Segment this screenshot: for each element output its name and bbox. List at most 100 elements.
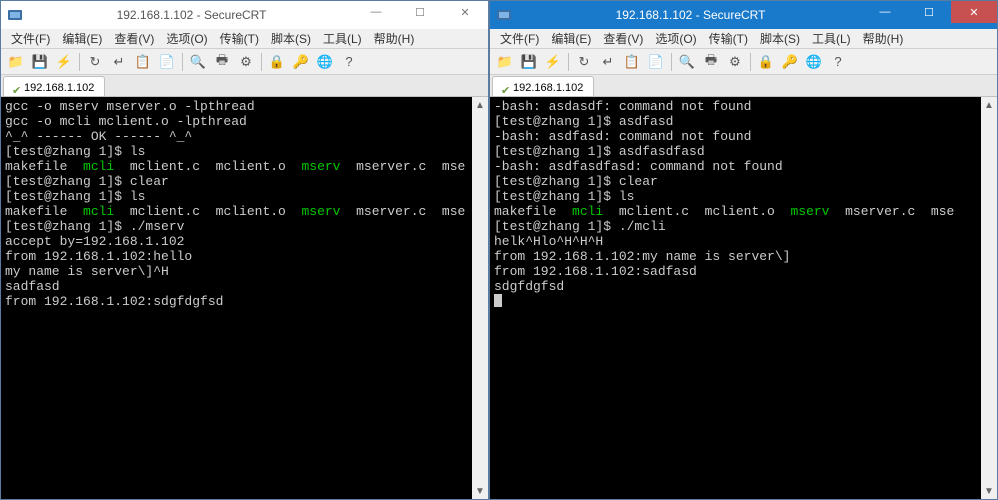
window-title: 192.168.1.102 - SecureCRT xyxy=(518,8,863,22)
lightning-icon[interactable]: ⚡ xyxy=(53,51,75,73)
menu-script[interactable]: 脚本(S) xyxy=(754,28,806,49)
scroll-up-icon[interactable]: ▲ xyxy=(472,97,488,113)
minimize-button[interactable]: — xyxy=(863,1,907,23)
paste-icon[interactable]: 📄 xyxy=(645,51,667,73)
terminal-output[interactable]: -bash: asdasdf: command not found [test@z… xyxy=(490,97,997,499)
menubar: 文件(F) 编辑(E) 查看(V) 选项(O) 传输(T) 脚本(S) 工具(L… xyxy=(1,29,488,49)
enter-icon[interactable]: ↵ xyxy=(108,51,130,73)
paste-icon[interactable]: 📄 xyxy=(156,51,178,73)
vertical-scrollbar[interactable]: ▲ ▼ xyxy=(472,97,488,499)
terminal-output[interactable]: gcc -o mserv mserver.o -lpthreadgcc -o m… xyxy=(1,97,488,499)
menu-tools[interactable]: 工具(L) xyxy=(317,28,368,49)
maximize-button[interactable]: ☐ xyxy=(398,1,442,23)
securecrt-window-left: 192.168.1.102 - SecureCRT — ☐ ✕ 文件(F) 编辑… xyxy=(0,0,489,500)
status-icon: ✔ xyxy=(501,84,509,92)
terminal-line: accept by=192.168.1.102 xyxy=(5,234,484,249)
close-button[interactable]: ✕ xyxy=(442,1,488,23)
lightning-icon[interactable]: ⚡ xyxy=(542,51,564,73)
terminal-line: [test@zhang 1]$ asdfasdfasd xyxy=(494,144,993,159)
refresh-icon[interactable]: ↻ xyxy=(84,51,106,73)
search-icon[interactable]: 🔍 xyxy=(676,51,698,73)
terminal-cursor xyxy=(494,294,502,307)
copy-icon[interactable]: 📋 xyxy=(132,51,154,73)
terminal-line: from 192.168.1.102:hello xyxy=(5,249,484,264)
print-icon[interactable]: 🖶 xyxy=(211,51,233,73)
titlebar[interactable]: 192.168.1.102 - SecureCRT — ☐ ✕ xyxy=(490,1,997,29)
tabbar: ✔ 192.168.1.102 xyxy=(1,75,488,97)
menu-transfer[interactable]: 传输(T) xyxy=(703,28,754,49)
menu-view[interactable]: 查看(V) xyxy=(597,28,649,49)
menu-view[interactable]: 查看(V) xyxy=(108,28,160,49)
search-icon[interactable]: 🔍 xyxy=(187,51,209,73)
terminal-line: from 192.168.1.102:my name is server\] xyxy=(494,249,993,264)
print-icon[interactable]: 🖶 xyxy=(700,51,722,73)
terminal-line: helk^Hlo^H^H^H xyxy=(494,234,993,249)
terminal-line: [test@zhang 1]$ ls xyxy=(5,144,484,159)
menu-options[interactable]: 选项(O) xyxy=(160,28,213,49)
globe-icon[interactable]: 🌐 xyxy=(803,51,825,73)
lock-icon[interactable]: 🔒 xyxy=(266,51,288,73)
close-button[interactable]: ✕ xyxy=(951,1,997,23)
toolbar-separator xyxy=(261,53,262,71)
menu-transfer[interactable]: 传输(T) xyxy=(214,28,265,49)
toolbar-separator xyxy=(182,53,183,71)
terminal-line: -bash: asdfasd: command not found xyxy=(494,129,993,144)
globe-icon[interactable]: 🌐 xyxy=(314,51,336,73)
menu-edit[interactable]: 编辑(E) xyxy=(56,28,108,49)
tab-label: 192.168.1.102 xyxy=(513,82,583,94)
terminal-line: [test@zhang 1]$ ls xyxy=(5,189,484,204)
terminal-line: makefile mcli mclient.c mclient.o mserv … xyxy=(494,204,993,219)
menu-file[interactable]: 文件(F) xyxy=(494,28,545,49)
terminal-line: makefile mcli mclient.c mclient.o mserv … xyxy=(5,204,484,219)
settings-icon[interactable]: ⚙ xyxy=(235,51,257,73)
lock-icon[interactable]: 🔒 xyxy=(755,51,777,73)
disk-icon[interactable]: 💾 xyxy=(518,51,540,73)
terminal-line: sadfasd xyxy=(5,279,484,294)
menu-help[interactable]: 帮助(H) xyxy=(368,28,421,49)
menu-edit[interactable]: 编辑(E) xyxy=(545,28,597,49)
session-tab[interactable]: ✔ 192.168.1.102 xyxy=(3,76,105,96)
window-title: 192.168.1.102 - SecureCRT xyxy=(29,8,354,22)
refresh-icon[interactable]: ↻ xyxy=(573,51,595,73)
key-icon[interactable]: 🔑 xyxy=(290,51,312,73)
menu-file[interactable]: 文件(F) xyxy=(5,28,56,49)
menu-options[interactable]: 选项(O) xyxy=(649,28,702,49)
copy-icon[interactable]: 📋 xyxy=(621,51,643,73)
help-icon[interactable]: ? xyxy=(338,51,360,73)
menubar: 文件(F) 编辑(E) 查看(V) 选项(O) 传输(T) 脚本(S) 工具(L… xyxy=(490,29,997,49)
folder-icon[interactable]: 📁 xyxy=(5,51,27,73)
disk-icon[interactable]: 💾 xyxy=(29,51,51,73)
scroll-up-icon[interactable]: ▲ xyxy=(981,97,997,113)
terminal-line: [test@zhang 1]$ clear xyxy=(5,174,484,189)
terminal-line: -bash: asdasdf: command not found xyxy=(494,99,993,114)
terminal-line: from 192.168.1.102:sdgfdgfsd xyxy=(5,294,484,309)
terminal-line: [test@zhang 1]$ ./mcli xyxy=(494,219,993,234)
tabbar: ✔ 192.168.1.102 xyxy=(490,75,997,97)
scroll-down-icon[interactable]: ▼ xyxy=(472,483,488,499)
maximize-button[interactable]: ☐ xyxy=(907,1,951,23)
terminal-line: makefile mcli mclient.c mclient.o mserv … xyxy=(5,159,484,174)
app-icon xyxy=(7,7,23,23)
terminal-line: sdgfdgfsd xyxy=(494,279,993,294)
enter-icon[interactable]: ↵ xyxy=(597,51,619,73)
settings-icon[interactable]: ⚙ xyxy=(724,51,746,73)
key-icon[interactable]: 🔑 xyxy=(779,51,801,73)
help-icon[interactable]: ? xyxy=(827,51,849,73)
toolbar: 📁 💾 ⚡ ↻ ↵ 📋 📄 🔍 🖶 ⚙ 🔒 🔑 🌐 ? xyxy=(490,49,997,75)
session-tab[interactable]: ✔ 192.168.1.102 xyxy=(492,76,594,96)
terminal-line: gcc -o mserv mserver.o -lpthread xyxy=(5,99,484,114)
menu-help[interactable]: 帮助(H) xyxy=(857,28,910,49)
toolbar-separator xyxy=(568,53,569,71)
scroll-down-icon[interactable]: ▼ xyxy=(981,483,997,499)
titlebar[interactable]: 192.168.1.102 - SecureCRT — ☐ ✕ xyxy=(1,1,488,29)
tab-label: 192.168.1.102 xyxy=(24,82,94,94)
terminal-line: [test@zhang 1]$ ./mserv xyxy=(5,219,484,234)
minimize-button[interactable]: — xyxy=(354,1,398,23)
terminal-line: [test@zhang 1]$ clear xyxy=(494,174,993,189)
menu-tools[interactable]: 工具(L) xyxy=(806,28,857,49)
vertical-scrollbar[interactable]: ▲ ▼ xyxy=(981,97,997,499)
app-icon xyxy=(496,7,512,23)
folder-icon[interactable]: 📁 xyxy=(494,51,516,73)
menu-script[interactable]: 脚本(S) xyxy=(265,28,317,49)
terminal-line: [test@zhang 1]$ ls xyxy=(494,189,993,204)
